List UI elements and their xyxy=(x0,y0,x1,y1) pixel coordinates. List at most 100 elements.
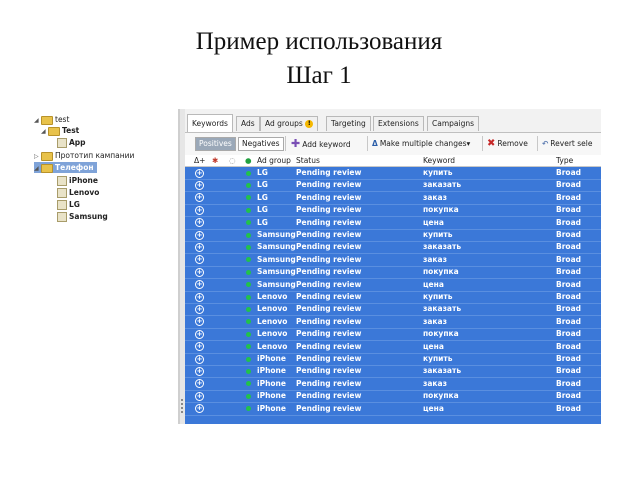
tab-extensions[interactable]: Extensions xyxy=(373,116,424,131)
status-dot-icon xyxy=(246,282,251,288)
keyword-row[interactable]: + iPhone Pending review купить Broad xyxy=(185,353,601,366)
keyword-row[interactable]: + iPhone Pending review цена Broad xyxy=(185,403,601,416)
tab-ad-groups[interactable]: Ad groups ! xyxy=(260,116,319,131)
keyword-row[interactable]: + Lenovo Pending review цена Broad xyxy=(185,341,601,354)
tree-node[interactable]: LG xyxy=(50,199,80,210)
toolbar-separator xyxy=(537,136,538,151)
multiple-changes-button[interactable]: Δ Make multiple changes▾ xyxy=(372,136,470,151)
keyword-row[interactable]: + LG Pending review покупка Broad xyxy=(185,204,601,218)
keyword-row[interactable]: + LG Pending review купить Broad xyxy=(185,167,601,180)
keyword-row[interactable]: + iPhone Pending review покупка Broad xyxy=(185,390,601,404)
ad-group-cell: Samsung xyxy=(257,267,296,277)
keyword-cell: покупка xyxy=(423,205,459,215)
expand-down-icon[interactable]: ◢ xyxy=(41,126,48,137)
column-header-status-icon[interactable]: ● xyxy=(245,155,252,166)
tree-node[interactable]: Samsung xyxy=(50,211,108,222)
grid-header: Δ+ ✱ ◌ ● Ad group Status Keyword Type xyxy=(185,155,601,167)
add-change-icon-cell: + xyxy=(195,403,204,415)
expand-down-icon[interactable]: ◢ xyxy=(34,115,41,126)
keyword-row[interactable]: + Samsung Pending review заказать Broad xyxy=(185,241,601,255)
tree-node[interactable]: Lenovo xyxy=(50,187,99,198)
column-header-type[interactable]: Type xyxy=(556,155,573,166)
status-dot-icon xyxy=(246,220,251,226)
keyword-row[interactable]: + LG Pending review цена Broad xyxy=(185,217,601,230)
status-dot-icon xyxy=(246,393,251,399)
column-header-change-icon[interactable]: Δ+ xyxy=(194,155,205,166)
add-change-icon: + xyxy=(195,230,204,240)
keyword-cell: заказать xyxy=(423,304,462,314)
remove-button[interactable]: ✖ Remove xyxy=(487,136,528,151)
tab-ads[interactable]: Ads xyxy=(236,116,260,131)
add-keyword-button[interactable]: ✚ Add keyword xyxy=(291,136,351,151)
status-cell: Pending review xyxy=(296,354,362,363)
grip-dot xyxy=(181,411,183,413)
keyword-row[interactable]: + LG Pending review заказать Broad xyxy=(185,179,601,193)
column-header-comment-icon[interactable]: ◌ xyxy=(229,155,236,166)
tree-node[interactable]: iPhone xyxy=(50,175,98,186)
type-cell: Broad xyxy=(556,205,581,215)
revert-button[interactable]: ↶ Revert sele xyxy=(542,136,592,151)
tree-node[interactable]: App xyxy=(50,137,86,148)
status-dot-icon xyxy=(246,207,251,213)
tab-campaigns[interactable]: Campaigns xyxy=(427,116,480,131)
keyword-row[interactable]: + Lenovo Pending review заказать Broad xyxy=(185,303,601,317)
chevron-down-icon: ▾ xyxy=(466,139,471,148)
keyword-row[interactable]: + Lenovo Pending review купить Broad xyxy=(185,291,601,304)
keyword-row[interactable]: + iPhone Pending review заказ Broad xyxy=(185,378,601,391)
status-dot-icon-cell xyxy=(246,341,251,353)
keyword-cell: покупка xyxy=(423,267,459,277)
keyword-cell: цена xyxy=(423,279,444,289)
column-header-error-icon[interactable]: ✱ xyxy=(212,155,218,166)
keyword-row[interactable]: + Lenovo Pending review заказ Broad xyxy=(185,316,601,329)
ad-group-cell: iPhone xyxy=(257,366,286,376)
status-dot-icon-cell xyxy=(246,279,251,291)
keyword-row[interactable]: + iPhone Pending review заказать Broad xyxy=(185,365,601,379)
column-header-status[interactable]: Status xyxy=(296,155,320,166)
tree-node[interactable]: ◢ Телефон xyxy=(34,162,97,173)
tree-node[interactable]: ◢ test xyxy=(34,114,69,125)
tree-node-label: App xyxy=(69,138,86,147)
keyword-row[interactable]: + Samsung Pending review заказ Broad xyxy=(185,254,601,267)
expand-right-icon[interactable]: ▷ xyxy=(34,151,41,162)
positives-toggle[interactable]: Positives xyxy=(195,137,236,151)
status-dot-icon-cell xyxy=(246,179,251,191)
ad-group-cell: LG xyxy=(257,217,268,227)
status-cell: Pending review xyxy=(296,391,362,401)
add-change-icon-cell: + xyxy=(195,316,204,328)
status-dot-icon-cell xyxy=(246,365,251,377)
ad-group-cell: iPhone xyxy=(257,354,286,363)
ad-group-cell: Lenovo xyxy=(257,341,288,351)
add-change-icon-cell: + xyxy=(195,303,204,315)
status-cell: Pending review xyxy=(296,205,362,215)
tree-node[interactable]: ▷ Прототип кампании xyxy=(34,150,134,161)
ad-group-cell: Samsung xyxy=(257,279,296,289)
tab-targeting[interactable]: Targeting xyxy=(326,116,371,131)
type-cell: Broad xyxy=(556,180,581,190)
status-dot-icon-cell xyxy=(246,254,251,266)
button-label: Remove xyxy=(497,139,528,148)
tree-node-label: Test xyxy=(62,126,80,135)
column-header-ad-group[interactable]: Ad group xyxy=(257,155,291,166)
keyword-row[interactable]: + Samsung Pending review цена Broad xyxy=(185,279,601,292)
negatives-toggle[interactable]: Negatives xyxy=(238,137,284,151)
keyword-cell: цена xyxy=(423,403,444,413)
keyword-cell: заказать xyxy=(423,180,462,190)
expand-down-icon[interactable]: ◢ xyxy=(34,163,41,174)
keyword-row[interactable]: + Lenovo Pending review покупка Broad xyxy=(185,328,601,342)
column-header-keyword[interactable]: Keyword xyxy=(423,155,455,166)
keyword-row[interactable]: + LG Pending review заказ Broad xyxy=(185,192,601,205)
keywords-toolbar: Positives Negatives ✚ Add keyword Δ Make m… xyxy=(185,132,601,156)
status-dot-icon-cell xyxy=(246,316,251,328)
keyword-row[interactable]: + Samsung Pending review покупка Broad xyxy=(185,266,601,280)
keyword-row[interactable]: + Samsung Pending review купить Broad xyxy=(185,229,601,242)
status-dot-icon-cell xyxy=(246,217,251,229)
tree-node[interactable]: ◢ Test xyxy=(41,125,79,136)
status-cell: Pending review xyxy=(296,341,362,351)
folder-icon xyxy=(41,151,53,161)
status-dot-icon-cell xyxy=(246,328,251,340)
status-cell: Pending review xyxy=(296,242,362,252)
tab-keywords[interactable]: Keywords xyxy=(187,114,233,132)
folder-icon xyxy=(48,126,60,136)
status-dot-icon-cell xyxy=(246,303,251,315)
add-change-icon: + xyxy=(195,304,204,314)
